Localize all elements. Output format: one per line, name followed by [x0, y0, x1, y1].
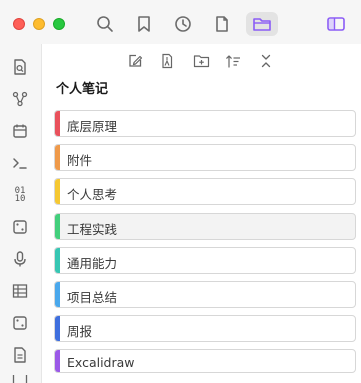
- file-icon: [216, 16, 228, 32]
- sort-order-button[interactable]: [223, 52, 243, 70]
- folder-color-bar: [55, 316, 60, 342]
- vault-title: 个人笔记: [56, 82, 109, 97]
- zoom-window-button[interactable]: [53, 18, 65, 30]
- app-window: 01 10 个人笔记 底层原理 附件 个人思考 工程实践 通用能力 项目总结 周…: [0, 0, 361, 383]
- document-icon: [14, 347, 26, 363]
- folder-color-bar: [55, 247, 60, 273]
- folder-item[interactable]: 项目总结: [54, 281, 356, 308]
- random-note-alt-button[interactable]: [10, 313, 30, 333]
- search-tab-button[interactable]: [92, 12, 118, 36]
- left-ribbon: 01 10: [0, 44, 42, 383]
- file-explorer-toolbar: [42, 50, 361, 72]
- folder-label: 通用能力: [67, 255, 118, 271]
- folder-item[interactable]: 通用能力: [54, 246, 356, 274]
- bookmark-icon: [138, 16, 150, 32]
- folder-item[interactable]: 底层原理: [54, 110, 356, 137]
- folder-label: 工程实践: [67, 221, 118, 237]
- folder-color-bar: [55, 350, 60, 373]
- folder-color-bar: [55, 179, 60, 205]
- audio-recorder-button[interactable]: [10, 249, 30, 269]
- folder-label: 周报: [67, 324, 93, 340]
- table-icon: [12, 284, 28, 298]
- calendar-icon: [13, 124, 27, 138]
- terminal-icon: [13, 158, 27, 169]
- folder-color-bar: [55, 282, 60, 307]
- file-tab-button[interactable]: [209, 12, 235, 36]
- binary-tool-button[interactable]: 01 10: [10, 185, 30, 205]
- edit-icon: [129, 54, 143, 67]
- file-explorer-tab-button[interactable]: [246, 12, 278, 36]
- file-search-icon: [14, 59, 26, 75]
- folder-item[interactable]: Excalidraw: [54, 349, 356, 374]
- folder-label: 底层原理: [67, 119, 118, 134]
- folder-item[interactable]: 个人思考: [54, 178, 356, 206]
- sort-icon: [225, 55, 240, 68]
- collapse-all-button[interactable]: [256, 52, 276, 70]
- folder-item[interactable]: 周报: [54, 315, 356, 343]
- folder-label: 个人思考: [67, 187, 118, 203]
- collapse-icon: [261, 54, 271, 68]
- folder-label: Excalidraw: [67, 355, 135, 371]
- templates-button[interactable]: [10, 345, 30, 365]
- random-note-button[interactable]: [10, 217, 30, 237]
- more-ribbon-button[interactable]: [10, 375, 30, 383]
- bookmarks-tab-button[interactable]: [131, 12, 157, 36]
- recent-files-tab-button[interactable]: [170, 12, 196, 36]
- binary-icon: 01 10: [14, 186, 26, 204]
- search-icon: [97, 16, 113, 32]
- open-command-palette-button[interactable]: [10, 153, 30, 173]
- folder-icon: [253, 18, 271, 31]
- new-folder-button[interactable]: [191, 52, 211, 70]
- dice-icon: [13, 220, 27, 234]
- new-drawing-button[interactable]: [157, 52, 177, 70]
- title-bar: [0, 0, 361, 44]
- file-explorer-pane: 个人笔记 底层原理附件个人思考工程实践通用能力项目总结周报 Excalidraw: [42, 44, 361, 383]
- minimize-window-button[interactable]: [33, 18, 45, 30]
- folder-item[interactable]: 工程实践: [54, 212, 356, 240]
- sidebar-icon: [327, 17, 345, 31]
- new-note-button[interactable]: [125, 52, 145, 70]
- microphone-icon: [14, 251, 26, 267]
- toggle-sidebar-button[interactable]: [323, 12, 349, 36]
- folder-item[interactable]: 附件: [54, 144, 356, 172]
- open-quick-switcher-button[interactable]: [10, 57, 30, 77]
- folder-color-bar: [55, 111, 60, 136]
- table-tool-button[interactable]: [10, 281, 30, 301]
- folder-label: 项目总结: [67, 290, 118, 305]
- clock-icon: [175, 16, 191, 32]
- new-folder-icon: [193, 55, 209, 68]
- new-drawing-icon: [162, 53, 173, 69]
- folder-color-bar: [55, 213, 60, 239]
- open-graph-view-button[interactable]: [10, 89, 30, 109]
- dice-icon: [13, 316, 27, 330]
- folder-color-bar: [55, 145, 60, 171]
- table-icon: [12, 375, 28, 383]
- open-daily-note-button[interactable]: [10, 121, 30, 141]
- folder-label: 附件: [67, 153, 93, 169]
- graph-icon: [12, 91, 28, 107]
- close-window-button[interactable]: [13, 18, 25, 30]
